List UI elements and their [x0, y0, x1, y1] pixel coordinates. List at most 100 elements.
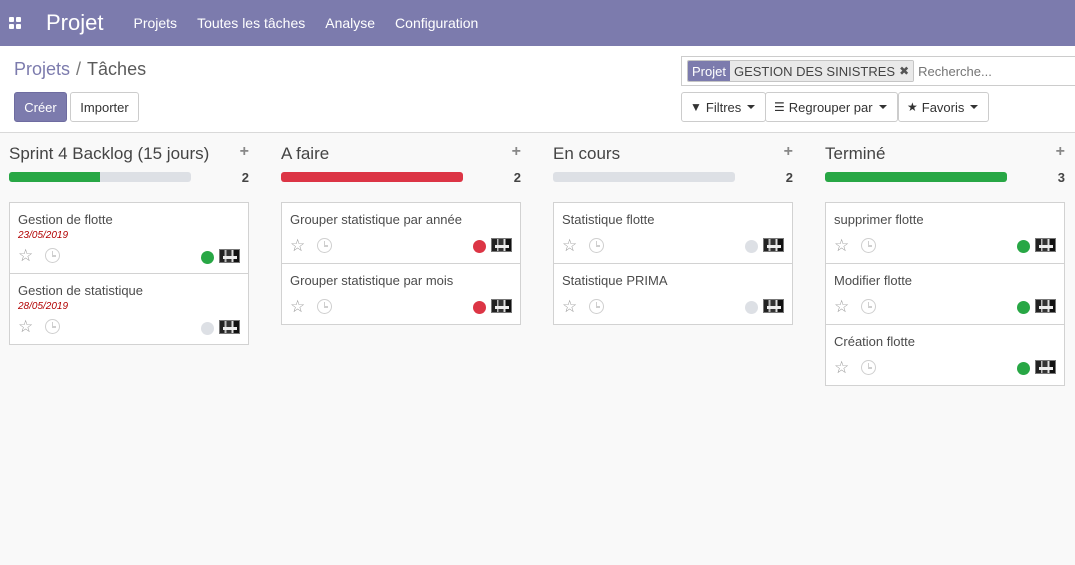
activity-clock-icon[interactable]	[861, 299, 876, 314]
avatar	[491, 238, 512, 252]
priority-star-icon[interactable]: ☆	[562, 298, 577, 315]
quick-create-plus-icon[interactable]: +	[512, 143, 521, 161]
priority-star-icon[interactable]: ☆	[18, 247, 33, 264]
avatar	[491, 299, 512, 313]
activity-clock-icon[interactable]	[317, 299, 332, 314]
bars-icon: ☰	[774, 100, 785, 114]
breadcrumb: Projets / Tâches	[14, 59, 146, 80]
avatar	[219, 320, 240, 334]
column-title[interactable]: A faire	[281, 144, 329, 164]
column-title[interactable]: En cours	[553, 144, 620, 164]
quick-create-plus-icon[interactable]: +	[1056, 143, 1065, 161]
card-list: supprimer flotte ☆ Modifier flotte ☆ Cré…	[825, 202, 1065, 386]
task-name: Gestion de flotte	[18, 212, 113, 227]
column-count: 3	[1057, 170, 1065, 185]
avatar	[763, 299, 784, 313]
top-navbar: Projet Projets Toutes les tâches Analyse…	[0, 0, 1075, 46]
avatar	[1035, 299, 1056, 313]
task-card[interactable]: Grouper statistique par mois ☆	[281, 263, 521, 325]
progress-fill	[9, 172, 100, 182]
quick-create-plus-icon[interactable]: +	[784, 143, 793, 161]
task-card[interactable]: Statistique flotte ☆	[553, 202, 793, 264]
task-name: Gestion de statistique	[18, 283, 144, 298]
column-title[interactable]: Terminé	[825, 144, 885, 164]
filters-label: Filtres	[705, 99, 742, 115]
create-button[interactable]: Créer	[14, 92, 67, 122]
status-dot[interactable]	[1017, 362, 1030, 375]
task-name: Création flotte	[834, 334, 915, 349]
activity-clock-icon[interactable]	[317, 238, 332, 253]
priority-star-icon[interactable]: ☆	[290, 298, 305, 315]
filter-icon: ▼	[690, 100, 702, 114]
status-dot[interactable]	[1017, 240, 1030, 253]
priority-star-icon[interactable]: ☆	[18, 318, 33, 335]
priority-star-icon[interactable]: ☆	[562, 237, 577, 254]
chevron-down-icon	[747, 105, 756, 109]
breadcrumb-separator: /	[76, 59, 82, 79]
status-dot[interactable]	[745, 240, 758, 253]
priority-star-icon[interactable]: ☆	[834, 359, 849, 376]
control-panel: Projets / Tâches Créer Importer Projet GES…	[0, 46, 1075, 133]
task-card[interactable]: Modifier flotte ☆	[825, 263, 1065, 325]
status-dot[interactable]	[1017, 301, 1030, 314]
activity-clock-icon[interactable]	[589, 238, 604, 253]
column-progress-bar[interactable]	[825, 172, 1007, 182]
filters-button[interactable]: ▼ Filtres	[681, 92, 767, 122]
task-name: Grouper statistique par année	[290, 212, 462, 227]
progress-fill	[825, 172, 1007, 182]
activity-clock-icon[interactable]	[861, 360, 876, 375]
card-list: Gestion de flotte 23/05/2019 ☆ Gestion d…	[9, 202, 249, 345]
activity-clock-icon[interactable]	[45, 248, 60, 263]
activity-clock-icon[interactable]	[45, 319, 60, 334]
status-dot[interactable]	[473, 301, 486, 314]
breadcrumb-current: Tâches	[87, 59, 147, 79]
task-card[interactable]: Statistique PRIMA ☆	[553, 263, 793, 325]
facet-remove-icon[interactable]: ✖	[899, 64, 909, 78]
progress-fill	[281, 172, 463, 182]
menu-projets[interactable]: Projets	[133, 15, 177, 31]
column-progress-bar[interactable]	[553, 172, 735, 182]
activity-clock-icon[interactable]	[589, 299, 604, 314]
facet-category: Projet	[688, 61, 730, 81]
priority-star-icon[interactable]: ☆	[834, 298, 849, 315]
column-count: 2	[241, 170, 249, 185]
task-name: Statistique flotte	[562, 212, 655, 227]
column-progress-bar[interactable]	[281, 172, 463, 182]
menu-configuration[interactable]: Configuration	[395, 15, 478, 31]
status-dot[interactable]	[745, 301, 758, 314]
column-title[interactable]: Sprint 4 Backlog (15 jours)	[9, 144, 209, 164]
priority-star-icon[interactable]: ☆	[834, 237, 849, 254]
breadcrumb-projets-link[interactable]: Projets	[14, 59, 70, 79]
priority-star-icon[interactable]: ☆	[290, 237, 305, 254]
facet-value: GESTION DES SINISTRES ✖	[729, 61, 914, 81]
star-icon: ★	[907, 100, 918, 114]
task-card[interactable]: Grouper statistique par année ☆	[281, 202, 521, 264]
task-card[interactable]: Gestion de statistique 28/05/2019 ☆	[9, 273, 249, 345]
column-progress-bar[interactable]	[9, 172, 191, 182]
quick-create-plus-icon[interactable]: +	[240, 143, 249, 161]
favorites-label: Favoris	[921, 99, 965, 115]
status-dot[interactable]	[201, 251, 214, 264]
task-name: supprimer flotte	[834, 212, 924, 227]
search-bar[interactable]: Projet GESTION DES SINISTRES ✖	[681, 56, 1075, 86]
column-count: 2	[785, 170, 793, 185]
task-card[interactable]: Création flotte ☆	[825, 324, 1065, 386]
task-card[interactable]: Gestion de flotte 23/05/2019 ☆	[9, 202, 249, 274]
menu-toutes-les-taches[interactable]: Toutes les tâches	[197, 15, 305, 31]
app-title[interactable]: Projet	[46, 10, 103, 36]
search-facet: Projet GESTION DES SINISTRES ✖	[687, 60, 915, 82]
column-count: 2	[513, 170, 521, 185]
menu-analyse[interactable]: Analyse	[325, 15, 375, 31]
task-deadline: 23/05/2019	[18, 230, 69, 241]
activity-clock-icon[interactable]	[861, 238, 876, 253]
task-card[interactable]: supprimer flotte ☆	[825, 202, 1065, 264]
status-dot[interactable]	[201, 322, 214, 335]
favorites-button[interactable]: ★ Favoris	[898, 92, 990, 122]
apps-menu-icon[interactable]	[0, 0, 30, 46]
groupby-button[interactable]: ☰ Regrouper par	[765, 92, 898, 122]
task-name: Modifier flotte	[834, 273, 913, 288]
search-input[interactable]	[918, 63, 1069, 79]
import-button[interactable]: Importer	[70, 92, 139, 122]
task-deadline: 28/05/2019	[18, 301, 69, 312]
status-dot[interactable]	[473, 240, 486, 253]
